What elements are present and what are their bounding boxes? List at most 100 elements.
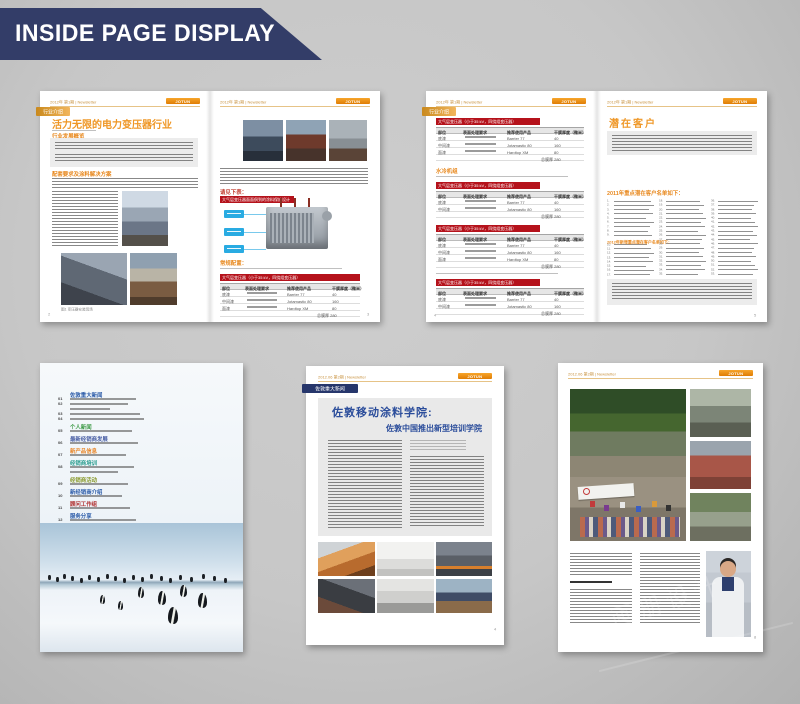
list-heading: 2012年新增重点潜在客户名单如下： <box>607 239 631 242</box>
spread-tables-customers[interactable]: 2012年 第1期 | Newsletter JOTUN 行业介绍 大气层变压器… <box>426 91 767 322</box>
toc-section: 最新经销商发展06 <box>58 435 230 445</box>
diagram-callout <box>224 228 244 236</box>
customer-item: 53. <box>711 272 758 276</box>
section-tag: 行业介绍 <box>36 107 70 116</box>
coating-table: 部位表面处理要求推荐使用产品干膜厚度（微米）底漆Barrier 7740中间漆J… <box>436 234 584 268</box>
article-title: 活力无限的电力变压器行业 <box>52 116 172 131</box>
jotun-news-page[interactable]: 2012.06 第2期 | Newsletter JOTUN 佐敦重大新闻 佐敦… <box>306 366 504 645</box>
text-lines <box>436 273 558 276</box>
spread2-left-page: 2012年 第1期 | Newsletter JOTUN 行业介绍 大气层变压器… <box>426 91 596 322</box>
toc-section: 佐敦重大新闻01020304 <box>58 391 230 421</box>
page-number: 5 <box>754 313 756 318</box>
page-header: 2012.06 第2期 | Newsletter JOTUN <box>318 373 492 382</box>
page-header: 2012年 第1期 | Newsletter JOTUN <box>220 98 370 107</box>
text-lines <box>52 191 118 246</box>
photo-power-lines <box>243 120 283 161</box>
intro-box <box>50 138 198 167</box>
toc-section-title: 最新经销商发展 <box>70 435 166 438</box>
penguin-small <box>123 578 126 583</box>
toc-section-title: 经销商活动 <box>70 476 166 479</box>
toc-section-title: 个人新闻 <box>70 423 166 426</box>
penguin-small <box>80 578 83 583</box>
toc-section: 新产品信息07 <box>58 447 230 457</box>
toc-item: 04 <box>58 416 230 421</box>
text-lines <box>570 581 612 585</box>
text-lines <box>410 456 484 528</box>
penguin-large <box>168 607 178 624</box>
penguin-large <box>198 593 207 608</box>
photo-mobile-truck <box>436 579 492 613</box>
penguin-small <box>224 578 227 583</box>
photo-worker-orange <box>318 542 375 576</box>
text-lines <box>55 154 193 163</box>
text-lines <box>52 178 198 188</box>
text-lines <box>220 268 342 271</box>
coating-table: 部位表面处理要求推荐使用产品干膜厚度（微米）底漆Barrier 7740中间漆J… <box>220 283 360 317</box>
coating-table: 部位表面处理要求推荐使用产品干膜厚度（微米）底漆Barrier 7740中间漆J… <box>436 288 584 315</box>
photo-crew-training <box>436 542 492 576</box>
spread2-right-page: 2012年 第1期 | Newsletter JOTUN 潜在客户 2011年重… <box>597 91 767 322</box>
penguin-large <box>180 585 187 597</box>
penguin-large <box>158 591 166 605</box>
penguin-small <box>141 577 144 582</box>
banner-title: INSIDE PAGE DISPLAY <box>15 20 275 48</box>
photo-transformer-crane <box>122 191 168 246</box>
issue-text: 2012.06 第2期 | Newsletter <box>318 375 366 381</box>
toc-section-title: 佐敦重大新闻 <box>70 391 166 394</box>
page-header: 2012年 第1期 | Newsletter JOTUN <box>436 98 586 107</box>
penguin-small <box>132 575 135 580</box>
table-of-contents: 佐敦重大新闻01020304个人新闻05最新经销商发展06新产品信息07经销商培… <box>58 391 230 524</box>
section-tag: 行业介绍 <box>422 107 456 116</box>
page-header: 2012年 第1期 | Newsletter JOTUN <box>50 98 200 107</box>
callout-line <box>244 249 266 250</box>
toc-section-title: 服务分享 <box>70 512 166 515</box>
issue-text: 2012年 第1期 | Newsletter <box>220 100 266 106</box>
customer-item: 35. <box>659 272 706 276</box>
callout-line <box>244 214 266 215</box>
text-lines <box>328 440 402 528</box>
callout-line <box>244 232 266 233</box>
page-number: 4 <box>434 313 436 318</box>
penguin-small <box>71 576 74 581</box>
coating-table: 部位表面处理要求推荐使用产品干膜厚度（微米）底漆Barrier 7740中间漆J… <box>436 127 584 161</box>
photo-transport-truck <box>130 253 177 305</box>
lead-text: 请见下表： <box>220 188 247 196</box>
photo-substation <box>61 253 127 305</box>
toc-page[interactable]: 佐敦重大新闻01020304个人新闻05最新经销商发展06新产品信息07经销商培… <box>40 363 243 652</box>
title-banner: INSIDE PAGE DISPLAY <box>0 8 322 60</box>
customer-list: 1.2.3.4.5.6.7.8.9.2012年新增重点潜在客户名单如下：10.1… <box>607 199 758 277</box>
spread-industry-article[interactable]: 2012年 第1期 | Newsletter JOTUN 行业介绍 活力无限的电… <box>40 91 380 322</box>
page-header: 2012年 第1期 | Newsletter JOTUN <box>607 98 757 107</box>
toc-section: 新经销商介绍10 <box>58 488 230 498</box>
jotun-logo: JOTUN <box>458 373 492 379</box>
article-title: 潜在客户 <box>609 115 657 130</box>
penguin-small <box>56 577 59 582</box>
photo-caption: 图1 变压器安装现场 <box>61 307 93 312</box>
penguin-small <box>88 575 91 580</box>
photo-gray-machine <box>377 579 434 613</box>
text-lines <box>220 168 368 184</box>
issue-text: 2012年 第1期 | Newsletter <box>50 100 96 106</box>
penguin-small <box>190 577 193 582</box>
section-heading: 水冷机组 <box>436 167 458 175</box>
text-lines <box>55 142 193 151</box>
closing-box <box>607 279 757 305</box>
toc-section: 个人新闻05 <box>58 423 230 433</box>
spread1-left-page: 2012年 第1期 | Newsletter JOTUN 行业介绍 活力无限的电… <box>40 91 210 322</box>
section-tag: 佐敦重大新闻 <box>302 384 358 393</box>
photo-white-equipment <box>377 542 434 576</box>
transformer-diagram <box>266 207 328 249</box>
penguin-small <box>48 575 51 580</box>
penguin-small <box>114 576 117 581</box>
text-lines <box>410 440 466 452</box>
photo-machinery <box>318 579 375 613</box>
toc-item <box>58 469 230 474</box>
text-lines <box>436 176 568 179</box>
photo-red-group <box>690 441 751 489</box>
intro-box <box>607 131 757 155</box>
page-number: 8 <box>754 635 756 640</box>
diagram-callout <box>224 245 244 253</box>
red-heading-bar: 大气层变压器面面俱到的涂料保护设计 <box>220 196 294 203</box>
customer-column: 18.19.20.21.22.23.24.25.26.27.28.29.30.3… <box>659 199 706 277</box>
penguin-small <box>160 576 163 581</box>
